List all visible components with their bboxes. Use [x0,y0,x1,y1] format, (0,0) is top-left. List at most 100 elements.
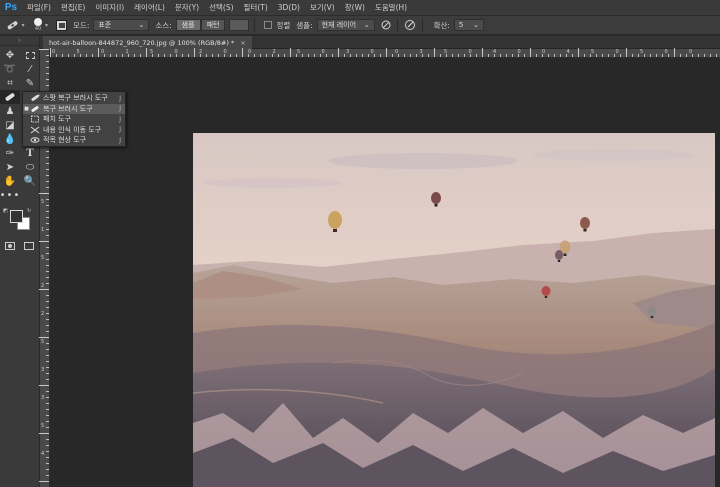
ruler-tick [46,223,49,224]
type-tool-icon[interactable]: T [20,146,40,160]
edit-toolbar-icon[interactable]: ••• [0,188,20,202]
pressure-size-icon[interactable] [403,19,417,31]
menu-item[interactable]: 선택(S) [204,0,238,15]
ignore-adjustment-layers-icon[interactable] [380,19,392,31]
ruler-tick [46,85,49,86]
photoshop-logo: Ps [4,2,18,13]
ruler-tick [46,403,49,404]
ruler-label: 3 [41,395,45,401]
panel-collapse-handle[interactable]: » [0,36,39,46]
menu-item[interactable]: 파일(F) [22,0,56,15]
ruler-tick [46,157,49,158]
ruler-tick [134,54,135,57]
default-colors-icon[interactable]: ◩ [3,208,8,214]
ruler-tick [80,54,81,57]
mode-select[interactable]: 표준 ⌄ [93,19,150,31]
ruler-tick [188,54,189,57]
ruler-tick [46,271,49,272]
flyout-item[interactable]: 내용 인식 이동 도구 J [23,125,125,136]
ruler-tick [536,54,537,57]
ruler-tick [374,54,375,57]
menu-item[interactable]: 레이어(L) [129,0,170,15]
flyout-item[interactable]: 스팟 복구 브러시 도구 J [23,93,125,104]
diffusion-label: 확산: [433,20,450,30]
tool-preset-picker[interactable]: ▾ [0,16,30,34]
ruler-tick [46,169,49,170]
aligned-checkbox[interactable] [264,21,273,29]
chevron-down-icon[interactable]: ▾ [45,22,48,29]
menu-item[interactable]: 도움말(H) [370,0,412,15]
ellipse-tool-icon[interactable]: ⬭ [20,160,40,174]
marquee-tool-icon[interactable] [20,48,40,62]
ruler-tick [602,54,603,57]
pen-tool-icon[interactable]: ✑ [0,146,20,160]
ruler-label: 5 [297,49,301,55]
ruler-label: 0 [174,49,178,55]
ruler-tick [164,54,165,57]
menu-item[interactable]: 3D(D) [273,0,305,15]
clone-stamp-tool-icon[interactable]: ♟ [0,104,20,118]
ruler-tick [416,54,417,57]
menu-item[interactable]: 보기(V) [305,0,340,15]
eyedropper-tool-icon[interactable]: ✎ [20,76,40,90]
options-bar: ▾ 40 ▾ 모드: 표준 ⌄ 소스: 샘플 패턴 정렬 샘플: 현재 레이어 … [0,15,720,35]
menu-item[interactable]: 편집(E) [56,0,90,15]
move-tool-icon[interactable]: ✥ [0,48,20,62]
ruler-tick [46,247,49,248]
ruler-tick [46,205,49,206]
healing-brush-tool-icon[interactable] [0,90,20,104]
ruler-label: 5 [150,49,154,55]
ruler-tick [39,385,49,386]
ruler-tick [368,54,369,57]
foreground-color-swatch[interactable] [10,210,23,223]
ruler-tick [46,379,49,380]
quick-mask-icon[interactable] [4,242,15,250]
document-tab[interactable]: hot-air-balloon-844872_960_720.jpg @ 100… [43,36,252,49]
horizontal-ruler[interactable]: 0 5 0 1 5 0 2 0 0 2 5 0 3 0 0 3 5 0 4 0 0 4 5 0 5 0 0 [50,48,720,58]
hand-tool-icon[interactable]: ✋ [0,174,20,188]
ruler-tick [410,54,411,57]
close-tab-icon[interactable]: × [240,39,245,47]
flyout-item[interactable]: 패치 도구 J [23,114,125,125]
document-image[interactable] [193,133,715,487]
pattern-picker[interactable] [229,19,250,31]
menu-item[interactable]: 문자(Y) [170,0,204,15]
ruler-tick [46,463,49,464]
magic-wand-tool-icon[interactable]: ⁄ [20,62,40,76]
zoom-tool-icon[interactable]: 🔍 [20,174,40,188]
canvas-area[interactable] [50,58,720,487]
menu-item[interactable]: 필터(T) [239,0,273,15]
mode-label: 모드: [73,20,90,30]
diffusion-select[interactable]: 5 ⌄ [453,19,484,31]
ruler-tick [46,421,49,422]
ruler-tick [46,475,49,476]
flyout-item-label: 적목 현상 도구 [43,136,87,145]
source-sampled-button[interactable]: 샘플 [175,19,201,31]
menu-item[interactable]: 이미지(I) [90,0,129,15]
screen-mode-icon[interactable] [24,242,35,250]
ruler-tick [140,54,141,57]
ruler-tick [170,54,171,57]
flyout-item[interactable]: ■ 복구 브러시 도구 J [23,103,125,114]
crop-tool-icon[interactable]: ⌗ [0,76,20,90]
flyout-item[interactable]: 적목 현상 도구 J [23,135,125,146]
ruler-tick [39,49,49,50]
flyout-item-shortcut: J [119,136,121,144]
brush-settings-panel-icon[interactable] [56,19,68,31]
menu-item[interactable]: 창(W) [340,0,370,15]
ruler-tick [356,54,357,57]
ruler-label: 0 [321,49,325,55]
blur-tool-icon[interactable]: 💧 [0,132,20,146]
path-selection-tool-icon[interactable]: ➤ [0,160,20,174]
ruler-tick [46,61,49,62]
source-pattern-button[interactable]: 패턴 [200,19,226,31]
lasso-tool-icon[interactable]: ➰ [0,62,20,76]
brush-picker[interactable]: 40 [34,18,42,32]
flyout-item-shortcut: J [119,115,121,123]
swap-colors-icon[interactable]: ↻ [27,208,31,214]
ruler-label: 0 [101,49,105,55]
ruler-tick [116,54,117,57]
eraser-tool-icon[interactable]: ◪ [0,118,20,132]
sample-select[interactable]: 현재 레이어 ⌄ [316,19,375,31]
ruler-tick [39,193,49,194]
